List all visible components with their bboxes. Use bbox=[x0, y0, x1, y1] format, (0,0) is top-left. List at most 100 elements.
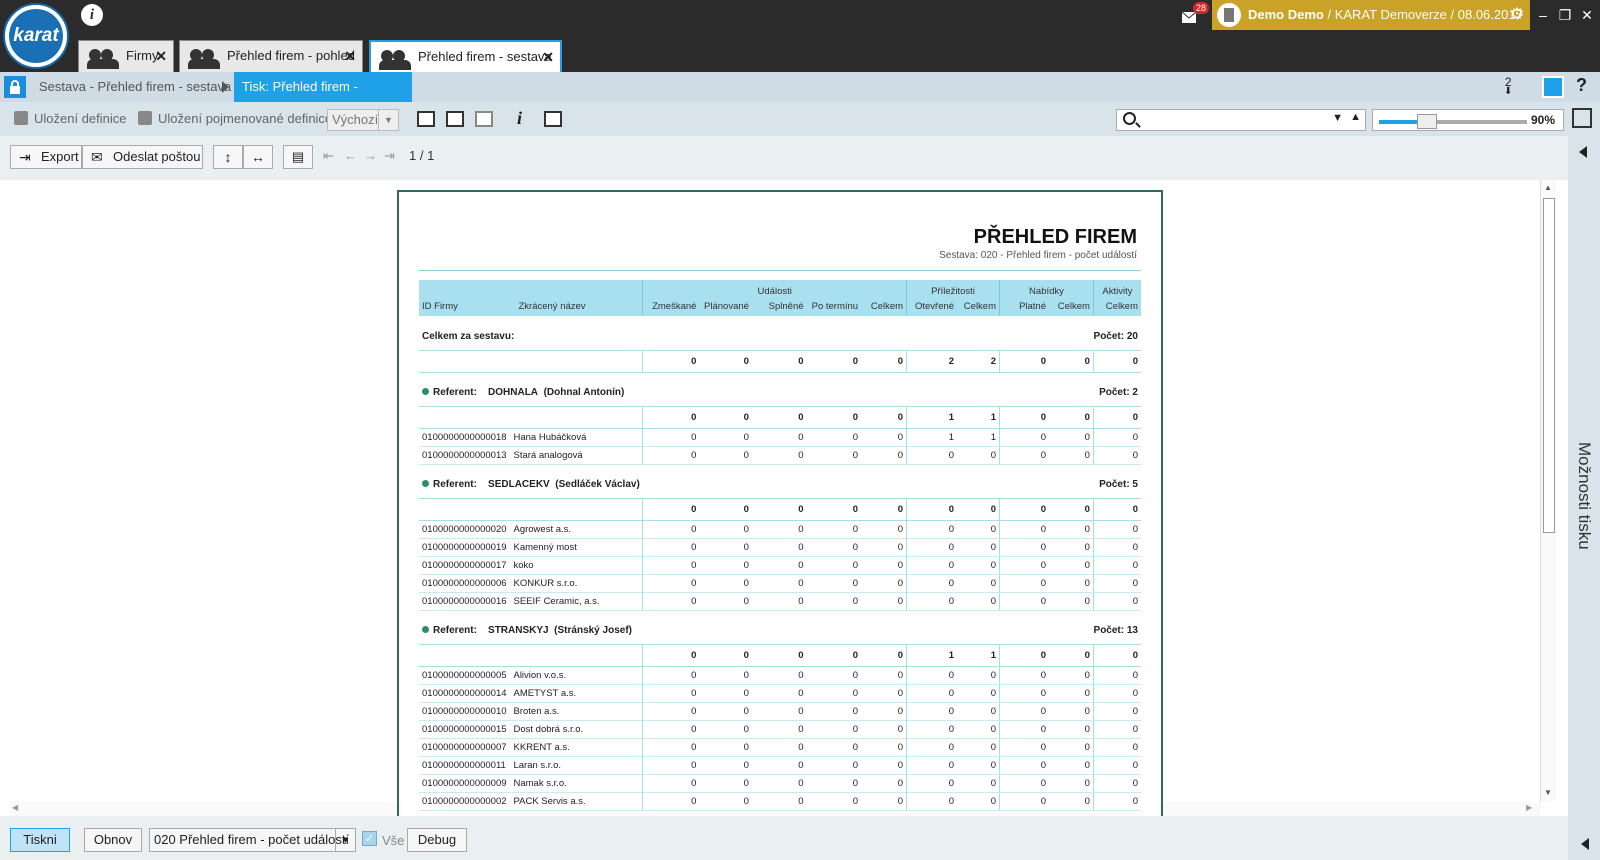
value-cell: 0 bbox=[906, 720, 958, 739]
value-cell: 0 bbox=[957, 720, 1000, 739]
user-context: / KARAT Demoverze / 08.06.2017 bbox=[1323, 7, 1523, 22]
value-cell: 0 bbox=[751, 702, 807, 721]
column-header: Plánované bbox=[699, 297, 752, 316]
column-header: Celkem bbox=[957, 297, 1000, 316]
value-cell: 0 bbox=[806, 520, 862, 539]
scrollbar-thumb[interactable] bbox=[1543, 198, 1555, 533]
value-cell: 0 bbox=[642, 792, 700, 811]
page-view-button[interactable]: ▤ bbox=[283, 145, 313, 169]
karat-logo[interactable]: karat bbox=[3, 3, 69, 69]
lock-icon[interactable] bbox=[4, 76, 26, 98]
value-cell: 0 bbox=[751, 643, 807, 667]
firm-id: 0100000000000014 bbox=[419, 684, 511, 703]
next-page-icon[interactable]: → bbox=[364, 148, 377, 163]
first-page-icon[interactable]: ⇤ bbox=[323, 148, 334, 164]
chevron-up-icon[interactable]: ▲ bbox=[1350, 111, 1361, 123]
zoom-slider-thumb[interactable] bbox=[1417, 114, 1438, 129]
breadcrumb-item-sestava[interactable]: Sestava - Přehled firem - sestava bbox=[39, 72, 231, 102]
debug-button[interactable]: Debug bbox=[407, 828, 467, 852]
value-cell: 0 bbox=[751, 592, 807, 611]
close-window-button[interactable]: ✕ bbox=[1576, 0, 1598, 30]
company-avatar-icon bbox=[1217, 3, 1241, 27]
close-tab-icon[interactable]: ✕ bbox=[155, 41, 167, 71]
firm-name: Laran s.r.o. bbox=[510, 756, 643, 775]
firm-name: Namak s.r.o. bbox=[510, 774, 643, 793]
table-row: 0100000000000010 Broten a.s. 0 0 0 0 0 0 0 0 0 0 bbox=[419, 702, 1141, 721]
value-cell: 0 bbox=[906, 446, 958, 465]
value-cell: 0 bbox=[1092, 520, 1141, 539]
fit-height-button[interactable]: ↕ bbox=[213, 145, 243, 169]
value-cell: 0 bbox=[957, 774, 1000, 793]
value-cell: 0 bbox=[642, 684, 700, 703]
all-checkbox[interactable]: ✓ bbox=[362, 831, 377, 846]
scroll-right-icon[interactable]: ▶ bbox=[1526, 803, 1532, 812]
firm-id: 0100000000000006 bbox=[419, 574, 511, 593]
user-box[interactable]: Demo Demo / KARAT Demoverze / 08.06.2017… bbox=[1212, 0, 1530, 30]
restore-button[interactable]: ❐ bbox=[1554, 0, 1576, 30]
value-cell: 2 bbox=[957, 349, 1000, 373]
scroll-down-icon[interactable]: ▼ bbox=[1544, 788, 1552, 797]
collapse-arrow-icon[interactable] bbox=[1579, 146, 1587, 158]
print-options-sidebar[interactable]: Možnosti tisku bbox=[1568, 136, 1600, 860]
export-definition-icon[interactable] bbox=[446, 111, 464, 127]
table-row: 0100000000000013 Stará analogová 0 0 0 0 0 0 0 0 0… bbox=[419, 446, 1141, 465]
columns-icon[interactable] bbox=[544, 111, 562, 127]
value-cell: 0 bbox=[699, 738, 752, 757]
value-cell: 0 bbox=[699, 446, 752, 465]
value-cell: 0 bbox=[642, 446, 700, 465]
definition-select[interactable]: Výchozí ▼ bbox=[327, 109, 399, 131]
breadcrumb: Sestava - Přehled firem - sestava Tisk: … bbox=[0, 72, 1600, 124]
scroll-up-icon[interactable]: ▲ bbox=[1544, 183, 1552, 192]
gear-icon[interactable]: ⚙ bbox=[1510, 0, 1524, 30]
report-select[interactable]: 020 Přehled firem - počet událostí ▼ bbox=[149, 828, 356, 852]
minimize-button[interactable]: – bbox=[1532, 0, 1554, 30]
group-header-row: Referent: STRANSKYJ (Stránský Josef) Poče… bbox=[419, 610, 1141, 644]
upload-icon[interactable] bbox=[475, 111, 493, 127]
value-cell: 0 bbox=[861, 720, 907, 739]
value-cell: 0 bbox=[699, 643, 752, 667]
table-row: 0100000000000016 SEEIF Ceramic, a.s. 0 0 0 0 0… bbox=[419, 592, 1141, 611]
save-named-definition-button[interactable]: Uložení pojmenované definice bbox=[138, 102, 332, 136]
scroll-left-icon[interactable]: ◀ bbox=[12, 803, 18, 812]
expand-arrow-icon[interactable] bbox=[1581, 838, 1589, 850]
value-cell: 0 bbox=[642, 349, 700, 373]
value-cell: 0 bbox=[999, 592, 1049, 611]
window-count-button[interactable]: 2 ⬇ bbox=[1504, 76, 1512, 97]
close-tab-icon[interactable]: ✕ bbox=[344, 41, 356, 71]
last-page-icon[interactable]: ⇥ bbox=[384, 148, 395, 164]
value-cell: 0 bbox=[999, 702, 1049, 721]
breadcrumb-item-tisk[interactable]: Tisk: Přehled firem - sestava ✕ bbox=[234, 72, 412, 124]
firm-id: 0100000000000016 bbox=[419, 592, 511, 611]
tab-prehled-pohled[interactable]: Přehled firem - pohled ✕ bbox=[179, 40, 363, 72]
tab-prehled-sestava[interactable]: Přehled firem - sestava ✕ bbox=[369, 40, 562, 72]
info-icon[interactable]: i bbox=[517, 108, 522, 129]
save-definition-button[interactable]: Uložení definice bbox=[14, 102, 127, 136]
zoom-slider[interactable]: 90% bbox=[1372, 109, 1564, 131]
value-cell: 0 bbox=[1092, 666, 1141, 685]
search-input[interactable]: ▼ ▲ bbox=[1116, 109, 1366, 131]
value-cell: 0 bbox=[906, 666, 958, 685]
vertical-scrollbar[interactable]: ▲ ▼ bbox=[1540, 180, 1556, 802]
import-icon[interactable] bbox=[417, 111, 435, 127]
tab-label: Přehled firem - pohled bbox=[227, 48, 355, 63]
value-cell: 0 bbox=[999, 428, 1049, 447]
prev-page-icon[interactable]: ← bbox=[344, 148, 357, 163]
value-cell: 2 bbox=[906, 349, 958, 373]
refresh-button[interactable]: Obnov bbox=[84, 828, 142, 852]
table-row: 0100000000000005 Alivion v.o.s. 0 0 0 0 0 0 0 0 0 0 bbox=[419, 666, 1141, 685]
value-cell: 0 bbox=[906, 774, 958, 793]
info-icon[interactable]: i bbox=[81, 4, 103, 26]
layout-icon[interactable] bbox=[1542, 76, 1564, 98]
tab-firmy[interactable]: Firmy ✕ bbox=[78, 40, 174, 72]
close-tab-icon[interactable]: ✕ bbox=[542, 42, 554, 72]
export-button[interactable]: ⇥ Export bbox=[10, 145, 82, 169]
help-icon[interactable]: ? bbox=[1576, 75, 1587, 96]
value-cell: 0 bbox=[906, 520, 958, 539]
chevron-down-icon[interactable]: ▼ bbox=[1332, 112, 1343, 124]
send-mail-button[interactable]: ✉ Odeslat poštou bbox=[82, 145, 203, 169]
value-cell: 0 bbox=[1049, 538, 1094, 557]
table-row: 0100000000000006 KONKUR s.r.o. 0 0 0 0 0 0 0 0 0 0 bbox=[419, 574, 1141, 593]
print-button[interactable]: Tiskni bbox=[10, 828, 70, 852]
save-icon[interactable] bbox=[1572, 108, 1592, 128]
fit-width-button[interactable]: ↔ bbox=[243, 145, 273, 169]
